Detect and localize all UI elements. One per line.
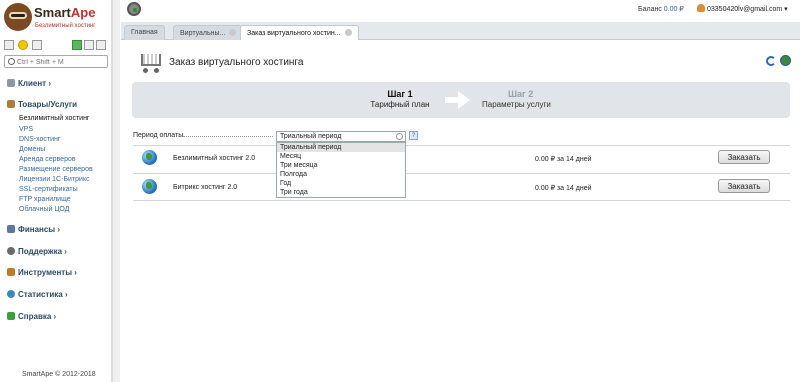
sidebar-section-tools[interactable]: Инструменты › (7, 268, 77, 278)
tab-home[interactable]: Главная (124, 25, 165, 40)
briefcase-icon[interactable] (32, 40, 42, 50)
refresh-icon[interactable] (766, 56, 776, 66)
client-icon (7, 79, 15, 87)
help-book-icon (7, 312, 15, 320)
brand-tagline: Безлимитный хостинг (35, 23, 96, 29)
sidebar-section-stats[interactable]: Статистика › (7, 290, 68, 300)
expand-all-icon[interactable] (72, 40, 82, 50)
sidebar-search[interactable] (4, 55, 108, 68)
globe-icon (142, 150, 157, 165)
tools-icon (7, 268, 15, 276)
arrow-right-icon (445, 89, 471, 111)
stats-globe-icon (7, 290, 15, 298)
leader-dots (183, 136, 273, 137)
period-option[interactable]: Месяц (277, 152, 405, 161)
topbar: Баланс 0.00 ₽ 03350420lv@gmail.com ▾ (121, 0, 800, 22)
sidebar-section-client[interactable]: Клиент › (7, 79, 51, 89)
wizard-step-1: Шаг 1 Тарифный план (370, 89, 430, 109)
chevron-down-icon[interactable] (396, 133, 403, 140)
tab-bar: Главная Виртуальны... Заказ виртуального… (121, 22, 800, 41)
sidebar-item-cloud[interactable]: Облачный ЦОД (19, 206, 69, 213)
sidebar: SmartApe Безлимитный хостинг Клиент › То… (0, 0, 112, 382)
collapse-all-icon[interactable] (84, 40, 94, 50)
sidebar-item-colocation[interactable]: Размещение серверов (19, 166, 93, 173)
user-icon (697, 4, 705, 12)
sidebar-item-bitrix[interactable]: Лицензии 1С-Битрикс (19, 176, 90, 183)
cart-icon (7, 100, 15, 108)
sidebar-section-finance[interactable]: Финансы › (7, 225, 60, 235)
period-dropdown: Триальный период Месяц Три месяца Полгод… (276, 142, 406, 198)
help-globe-icon[interactable] (780, 55, 791, 66)
row-divider (133, 145, 790, 146)
tab-virtual[interactable]: Виртуальны... (173, 25, 244, 40)
close-tab-icon[interactable] (344, 29, 352, 36)
page-title: Заказ виртуального хостинга (169, 57, 304, 68)
ape-logo-icon (4, 3, 32, 31)
period-label: Период оплаты (133, 132, 184, 139)
star-icon[interactable] (18, 40, 28, 50)
tab-order-hosting[interactable]: Заказ виртуального хостин... (240, 25, 359, 41)
period-option[interactable]: Три года (277, 188, 405, 197)
sidebar-item-domains[interactable]: Домены (19, 146, 45, 153)
sidebar-search-input[interactable] (17, 57, 105, 67)
sidebar-item-unlimited-hosting[interactable]: Безлимитный хостинг (19, 115, 90, 122)
brand-logo[interactable]: SmartApe Безлимитный хостинг (4, 3, 110, 37)
wizard-steps: Шаг 1 Тарифный план Шаг 2 Параметры услу… (132, 82, 790, 118)
close-tab-icon[interactable] (229, 29, 237, 36)
shopping-cart-icon (137, 52, 163, 74)
sidebar-section-support[interactable]: Поддержка › (7, 247, 67, 257)
sidebar-section-products[interactable]: Товары/Услуги (7, 100, 77, 110)
grid-icon[interactable] (4, 40, 14, 50)
period-option[interactable]: Год (277, 179, 405, 188)
period-option[interactable]: Полгода (277, 170, 405, 179)
product-price: 0.00 ₽ за 14 дней (535, 156, 592, 163)
settings-gear-icon[interactable] (127, 2, 141, 16)
sidebar-item-server-rent[interactable]: Аренда серверов (19, 156, 76, 163)
order-button[interactable]: Заказать (718, 179, 770, 193)
pin-icon[interactable] (96, 40, 106, 50)
wizard-step-2: Шаг 2 Параметры услуги (482, 89, 551, 109)
sidebar-item-ssl[interactable]: SSL-сертификаты (19, 186, 78, 193)
row-divider (133, 173, 790, 174)
headset-icon (7, 247, 15, 255)
period-select[interactable]: Триальный период (276, 131, 406, 142)
main-content: Заказ виртуального хостинга Шаг 1 Тарифн… (121, 40, 800, 382)
user-menu[interactable]: 03350420lv@gmail.com ▾ (697, 4, 788, 13)
order-button[interactable]: Заказать (718, 150, 770, 164)
finance-icon (7, 225, 15, 233)
period-option[interactable]: Три месяца (277, 161, 405, 170)
product-name: Безлимитный хостинг 2.0 (173, 155, 256, 162)
row-divider (133, 200, 790, 201)
copyright: SmartApe © 2012-2018 (22, 371, 96, 378)
balance[interactable]: Баланс 0.00 ₽ (638, 5, 684, 13)
sidebar-item-vps[interactable]: VPS (19, 126, 33, 133)
sidebar-scrollbar[interactable] (112, 0, 120, 382)
sidebar-item-ftp[interactable]: FTP хранилище (19, 196, 71, 203)
brand-name: SmartApe (34, 5, 96, 20)
globe-icon (142, 179, 157, 194)
sidebar-toolbar (4, 40, 108, 52)
sidebar-section-help[interactable]: Справка › (7, 312, 56, 322)
question-icon[interactable]: ? (409, 131, 418, 140)
search-icon (8, 58, 15, 65)
period-option[interactable]: Триальный период (277, 143, 405, 152)
product-price: 0.00 ₽ за 14 дней (535, 185, 592, 192)
sidebar-item-dns[interactable]: DNS-хостинг (19, 136, 60, 143)
product-name: Битрикс хостинг 2.0 (173, 184, 238, 191)
